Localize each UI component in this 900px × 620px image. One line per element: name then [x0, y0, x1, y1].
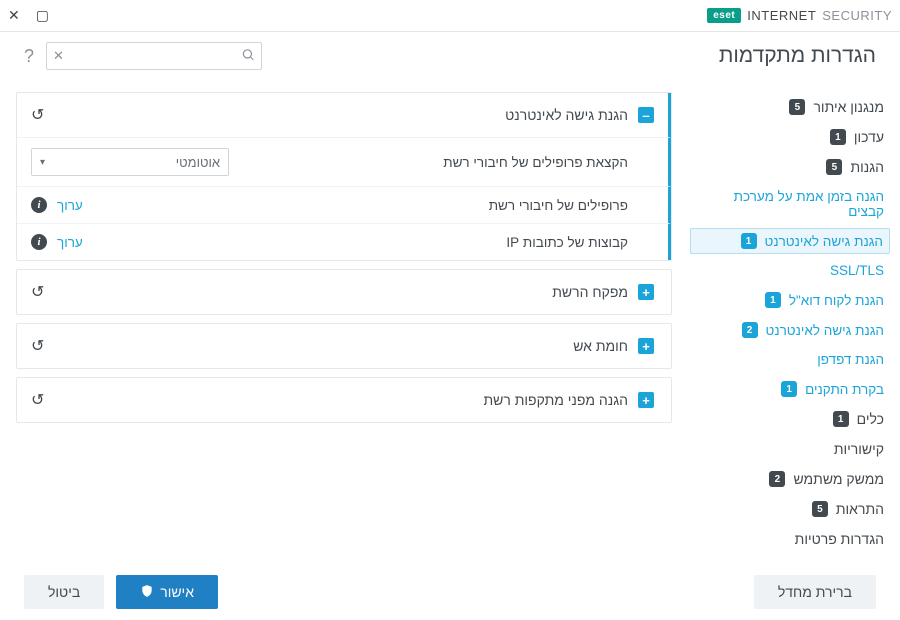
panel-header[interactable]: + הגנה מפני מתקפות רשת↺	[17, 378, 671, 422]
badge: 5	[789, 99, 805, 115]
brand-logo: eset	[707, 8, 741, 23]
info-icon[interactable]: i	[31, 234, 47, 250]
sidebar-item-label: הגדרות פרטיות	[795, 531, 884, 547]
expand-icon[interactable]: +	[638, 284, 654, 300]
default-button[interactable]: ברירת מחדל	[754, 575, 876, 609]
badge: 5	[812, 501, 828, 517]
ok-label: אישור	[160, 584, 194, 600]
reset-icon[interactable]: ↺	[31, 282, 44, 302]
shield-icon	[140, 584, 154, 601]
sidebar-item-label: ממשק משתמש	[793, 471, 884, 487]
sidebar-item-12[interactable]: ממשק משתמש 2	[696, 464, 884, 494]
sidebar-item-13[interactable]: התראות 5	[696, 494, 884, 524]
brand-text-2: SECURITY	[822, 8, 892, 23]
setting-row: פרופילים של חיבורי רשתערוך i	[17, 186, 671, 223]
badge: 1	[765, 292, 781, 308]
sidebar-item-8[interactable]: הגנת דפדפן	[696, 345, 884, 374]
badge: 1	[741, 233, 757, 249]
sidebar-item-label: מנגנון איתור	[813, 99, 884, 115]
sidebar-item-14[interactable]: הגדרות פרטיות	[696, 524, 884, 554]
sidebar-item-label: בקרת התקנים	[805, 382, 884, 397]
sidebar-item-label: הגנת לקוח דוא"ל	[789, 293, 884, 308]
row-label: פרופילים של חיבורי רשת	[83, 198, 628, 213]
sidebar-item-label: הגנה בזמן אמת על מערכת קבצים	[696, 189, 884, 219]
info-icon[interactable]: i	[31, 197, 47, 213]
sidebar-item-10[interactable]: כלים 1	[696, 404, 884, 434]
sidebar-item-label: SSL/TLS	[830, 263, 884, 278]
reset-icon[interactable]: ↺	[31, 336, 44, 356]
row-control: ערוך i	[31, 234, 83, 250]
sidebar-item-9[interactable]: בקרת התקנים 1	[696, 374, 884, 404]
expand-icon[interactable]: +	[638, 338, 654, 354]
help-icon[interactable]: ?	[24, 46, 34, 67]
content: –הגנת גישה לאינטרנט↺הקצאת פרופילים של חי…	[0, 80, 696, 564]
edit-link[interactable]: ערוך	[57, 198, 83, 213]
setting-row: קבוצות של כתובות IPערוך i	[17, 223, 671, 260]
reset-icon[interactable]: ↺	[31, 390, 44, 410]
sidebar-item-6[interactable]: הגנת לקוח דוא"ל 1	[696, 285, 884, 315]
panel-0: –הגנת גישה לאינטרנט↺ הקצאת פרופילים של חי…	[16, 92, 672, 261]
sidebar-item-label: הגנות	[850, 159, 884, 175]
sidebar-item-label: קישוריות	[834, 441, 884, 457]
select-value: אוטומטי	[176, 155, 220, 170]
sidebar-item-1[interactable]: עדכון 1	[696, 122, 884, 152]
panel-2: + חומת אש↺	[16, 323, 672, 369]
row-label: הקצאת פרופילים של חיבורי רשת	[229, 155, 628, 170]
badge: 1	[830, 129, 846, 145]
sidebar-item-label: כלים	[857, 411, 884, 427]
sidebar-item-4[interactable]: הגנת גישה לאינטרנט 1	[690, 228, 890, 254]
search-icon	[241, 48, 255, 65]
sidebar-item-label: הגנת דפדפן	[817, 352, 884, 367]
sidebar-item-label: התראות	[836, 501, 884, 517]
panel-header[interactable]: –הגנת גישה לאינטרנט↺	[17, 93, 671, 137]
page-title: הגדרות מתקדמות	[719, 44, 876, 68]
sidebar-item-0[interactable]: מנגנון איתור 5	[696, 92, 884, 122]
sidebar: מנגנון איתור5עדכון1הגנות5הגנה בזמן אמת ע…	[696, 80, 900, 564]
setting-row: הקצאת פרופילים של חיבורי רשת אוטומטי ▾	[17, 137, 671, 186]
profile-select[interactable]: אוטומטי ▾	[31, 148, 229, 176]
sidebar-item-11[interactable]: קישוריות	[696, 434, 884, 464]
chevron-down-icon: ▾	[40, 157, 45, 168]
footer: ברירת מחדל אישור ביטול	[0, 564, 900, 620]
panel-title: מפקח הרשת	[44, 284, 628, 300]
panel-header[interactable]: + מפקח הרשת↺	[17, 270, 671, 314]
edit-link[interactable]: ערוך	[57, 235, 83, 250]
panel-3: + הגנה מפני מתקפות רשת↺	[16, 377, 672, 423]
sidebar-item-7[interactable]: הגנת גישה לאינטרנט 2	[696, 315, 884, 345]
badge: 1	[781, 381, 797, 397]
reset-icon[interactable]: ↺	[31, 105, 44, 125]
brand-text-1: INTERNET	[747, 8, 816, 23]
sidebar-item-label: עדכון	[854, 129, 884, 145]
brand: eset INTERNET SECURITY	[707, 8, 892, 23]
badge: 5	[826, 159, 842, 175]
sidebar-item-label: הגנת גישה לאינטרנט	[766, 323, 884, 338]
row-label: קבוצות של כתובות IP	[83, 235, 628, 250]
search-input[interactable]	[47, 43, 261, 69]
titlebar: ✕ ▢ eset INTERNET SECURITY	[0, 0, 900, 32]
row-control: ערוך i	[31, 197, 83, 213]
panel-title: הגנה מפני מתקפות רשת	[44, 392, 628, 408]
close-icon[interactable]: ✕	[8, 7, 20, 24]
clear-search-icon[interactable]: ✕	[53, 48, 64, 64]
sidebar-item-3[interactable]: הגנה בזמן אמת על מערכת קבצים	[696, 182, 884, 226]
cancel-button[interactable]: ביטול	[24, 575, 104, 609]
panel-title: חומת אש	[44, 338, 628, 354]
maximize-icon[interactable]: ▢	[36, 7, 49, 24]
badge: 1	[833, 411, 849, 427]
panel-1: + מפקח הרשת↺	[16, 269, 672, 315]
sidebar-item-label: הגנת גישה לאינטרנט	[765, 234, 883, 249]
badge: 2	[742, 322, 758, 338]
sidebar-item-2[interactable]: הגנות 5	[696, 152, 884, 182]
sidebar-item-5[interactable]: SSL/TLS	[696, 256, 884, 285]
panel-header[interactable]: + חומת אש↺	[17, 324, 671, 368]
expand-icon[interactable]: +	[638, 392, 654, 408]
collapse-icon[interactable]: –	[638, 107, 654, 123]
row-control: אוטומטי ▾	[31, 148, 229, 176]
badge: 2	[769, 471, 785, 487]
ok-button[interactable]: אישור	[116, 575, 218, 609]
panel-title: הגנת גישה לאינטרנט	[44, 107, 628, 123]
header: הגדרות מתקדמות ✕ ?	[0, 32, 900, 80]
search-box[interactable]: ✕	[46, 42, 262, 70]
